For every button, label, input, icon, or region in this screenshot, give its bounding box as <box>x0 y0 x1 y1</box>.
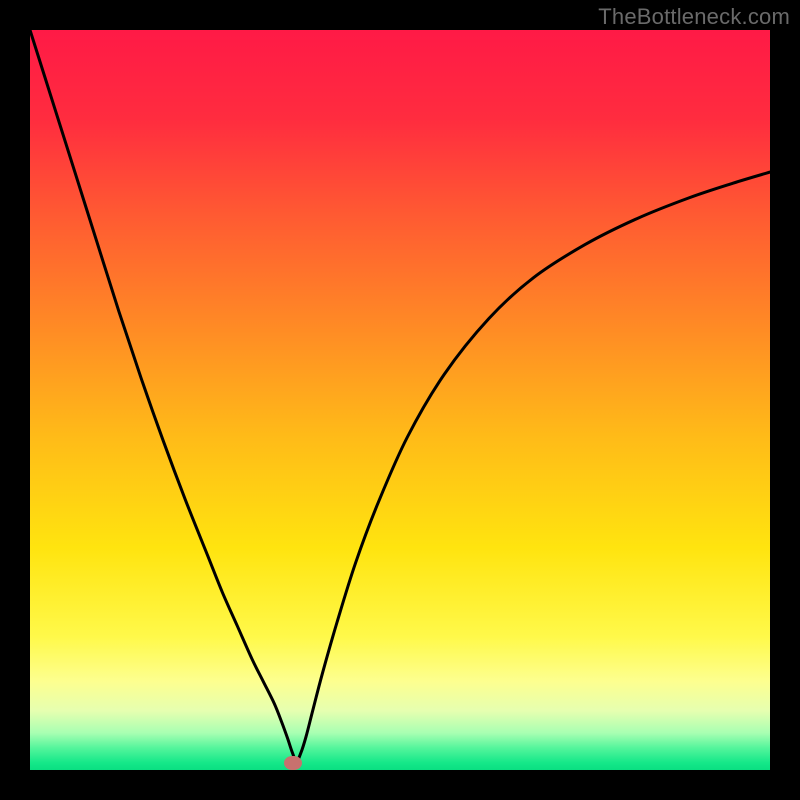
watermark-text: TheBottleneck.com <box>598 4 790 30</box>
plot-area <box>30 30 770 770</box>
bottleneck-curve <box>30 30 770 761</box>
optimum-marker <box>284 756 302 770</box>
chart-frame: TheBottleneck.com <box>0 0 800 800</box>
bottleneck-curve-svg <box>30 30 770 770</box>
